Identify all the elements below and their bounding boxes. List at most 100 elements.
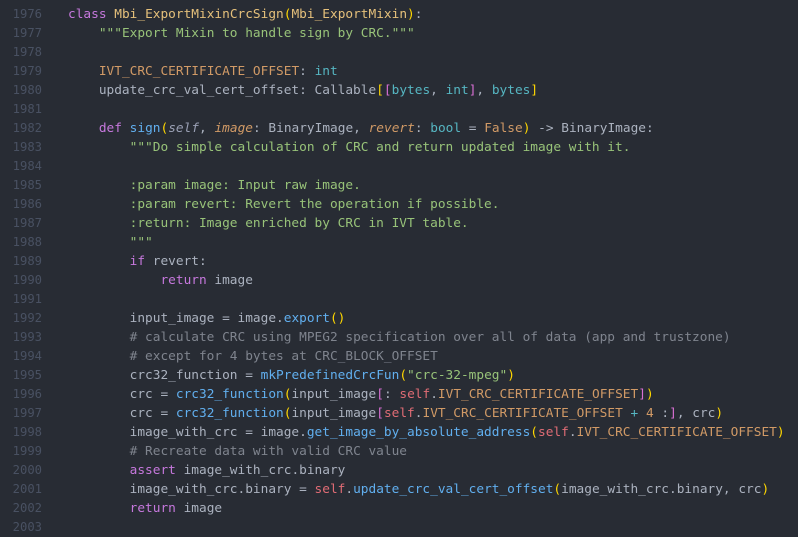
line-number: 1997: [12, 406, 42, 420]
code-token: self: [168, 121, 200, 136]
code-token: [: [376, 406, 384, 421]
code-token: crc32_function =: [68, 368, 261, 383]
code-text[interactable]: IVT_CRC_CERTIFICATE_OFFSET: int: [68, 62, 338, 81]
code-token: :return: Image enriched by CRC in IVT ta…: [129, 216, 469, 231]
code-token: input_image: [291, 387, 377, 402]
code-line[interactable]: 1976 class Mbi_ExportMixinCrcSign(Mbi_Exp…: [0, 5, 798, 24]
code-token: if: [129, 254, 146, 269]
line-number: 1976: [12, 7, 42, 21]
code-text[interactable]: :param revert: Revert the operation if p…: [68, 195, 500, 214]
code-text[interactable]: crc = crc32_function(input_image[: self.…: [68, 385, 654, 404]
code-text[interactable]: image_with_crc = image.get_image_by_abso…: [68, 423, 785, 442]
code-text[interactable]: :return: Image enriched by CRC in IVT ta…: [68, 214, 469, 233]
line-number: 1994: [12, 349, 42, 363]
code-line[interactable]: 2000 assert image_with_crc.binary: [0, 461, 798, 480]
code-line[interactable]: 1983 """Do simple calculation of CRC and…: [0, 138, 798, 157]
code-text[interactable]: class Mbi_ExportMixinCrcSign(Mbi_ExportM…: [68, 5, 422, 24]
code-line[interactable]: 1988 """: [0, 233, 798, 252]
code-text[interactable]: return image: [68, 499, 222, 518]
code-line[interactable]: 1981: [0, 100, 798, 119]
code-line[interactable]: 1985 :param image: Input raw image.: [0, 176, 798, 195]
code-text[interactable]: assert image_with_crc.binary: [68, 461, 346, 480]
code-line[interactable]: 2001 image_with_crc.binary = self.update…: [0, 480, 798, 499]
code-token: Mbi_ExportMixinCrcSign: [114, 7, 284, 22]
code-line[interactable]: 1980 update_crc_val_cert_offset: Callabl…: [0, 81, 798, 100]
line-number: 1979: [12, 64, 42, 78]
code-text[interactable]: :param image: Input raw image.: [68, 176, 361, 195]
code-token: :param image: Input raw image.: [129, 178, 361, 193]
code-text[interactable]: """Export Mixin to handle sign by CRC.""…: [68, 24, 415, 43]
code-token: self: [314, 482, 346, 497]
code-line[interactable]: 1979 IVT_CRC_CERTIFICATE_OFFSET: int: [0, 62, 798, 81]
code-text[interactable]: input_image = image.export(): [68, 309, 346, 328]
code-token: :param revert: Revert the operation if p…: [129, 197, 500, 212]
code-line[interactable]: 1990 return image: [0, 271, 798, 290]
code-text[interactable]: # calculate CRC using MPEG2 specificatio…: [68, 328, 731, 347]
code-token: (: [530, 425, 538, 440]
code-token: ]: [530, 83, 539, 98]
code-line[interactable]: 1997 crc = crc32_function(input_image[se…: [0, 404, 798, 423]
code-line[interactable]: 1978: [0, 43, 798, 62]
code-editor[interactable]: 1976 class Mbi_ExportMixinCrcSign(Mbi_Exp…: [0, 0, 798, 537]
line-number: 1998: [12, 425, 42, 439]
code-token: (: [399, 368, 408, 383]
code-text[interactable]: update_crc_val_cert_offset: Callable[[by…: [68, 81, 538, 100]
code-token: bool: [430, 121, 462, 136]
code-line[interactable]: 2002 return image: [0, 499, 798, 518]
code-token: image_with_crc.binary =: [68, 482, 315, 497]
code-line[interactable]: 1982 def sign(self, image: BinaryImage, …: [0, 119, 798, 138]
code-line[interactable]: 1995 crc32_function = mkPredefinedCrcFun…: [0, 366, 798, 385]
code-token: # Recreate data with valid CRC value: [129, 444, 407, 459]
code-line[interactable]: 1994 # except for 4 bytes at CRC_BLOCK_O…: [0, 347, 798, 366]
code-line[interactable]: 1996 crc = crc32_function(input_image[: …: [0, 385, 798, 404]
code-line[interactable]: 1977 """Export Mixin to handle sign by C…: [0, 24, 798, 43]
code-line[interactable]: 1989 if revert:: [0, 252, 798, 271]
code-text[interactable]: # Recreate data with valid CRC value: [68, 442, 407, 461]
code-token: """Export Mixin to handle sign by CRC.""…: [98, 26, 415, 41]
code-token: image: [206, 273, 253, 288]
code-line[interactable]: 1991: [0, 290, 798, 309]
code-token: ,: [199, 121, 215, 136]
code-line[interactable]: 1998 image_with_crc = image.get_image_by…: [0, 423, 798, 442]
code-text[interactable]: """Do simple calculation of CRC and retu…: [68, 138, 631, 157]
code-token: image_with_crc = image.: [68, 425, 307, 440]
code-text[interactable]: if revert:: [68, 252, 207, 271]
code-token: revert: [368, 121, 415, 136]
code-token: :: [383, 387, 400, 402]
code-line[interactable]: 1993 # calculate CRC using MPEG2 specifi…: [0, 328, 798, 347]
code-token: return: [160, 273, 207, 288]
code-text[interactable]: crc = crc32_function(input_image[self.IV…: [68, 404, 723, 423]
code-line[interactable]: 1986 :param revert: Revert the operation…: [0, 195, 798, 214]
code-token: :: [653, 406, 670, 421]
code-text[interactable]: return image: [68, 271, 253, 290]
code-token: [: [376, 83, 384, 98]
code-token: # except for 4 bytes at CRC_BLOCK_OFFSET: [129, 349, 438, 364]
code-line[interactable]: 1987 :return: Image enriched by CRC in I…: [0, 214, 798, 233]
code-token: ): [407, 7, 415, 22]
code-line[interactable]: 1999 # Recreate data with valid CRC valu…: [0, 442, 798, 461]
code-token: # calculate CRC using MPEG2 specificatio…: [129, 330, 731, 345]
code-text[interactable]: # except for 4 bytes at CRC_BLOCK_OFFSET: [68, 347, 438, 366]
code-text[interactable]: crc32_function = mkPredefinedCrcFun("crc…: [68, 366, 515, 385]
code-token: .: [345, 482, 354, 497]
code-line[interactable]: 1984: [0, 157, 798, 176]
code-text[interactable]: def sign(self, image: BinaryImage, rever…: [68, 119, 654, 138]
code-text[interactable]: """: [68, 233, 153, 252]
code-token: image_with_crc.binary, crc: [561, 482, 762, 497]
code-token: get_image_by_absolute_address: [306, 425, 531, 440]
code-token: (): [329, 311, 346, 326]
code-token: ): [776, 425, 785, 440]
line-number: 1995: [12, 368, 42, 382]
code-text[interactable]: image_with_crc.binary = self.update_crc_…: [68, 480, 770, 499]
code-line[interactable]: 1992 input_image = image.export(): [0, 309, 798, 328]
line-number: 1982: [12, 121, 42, 135]
